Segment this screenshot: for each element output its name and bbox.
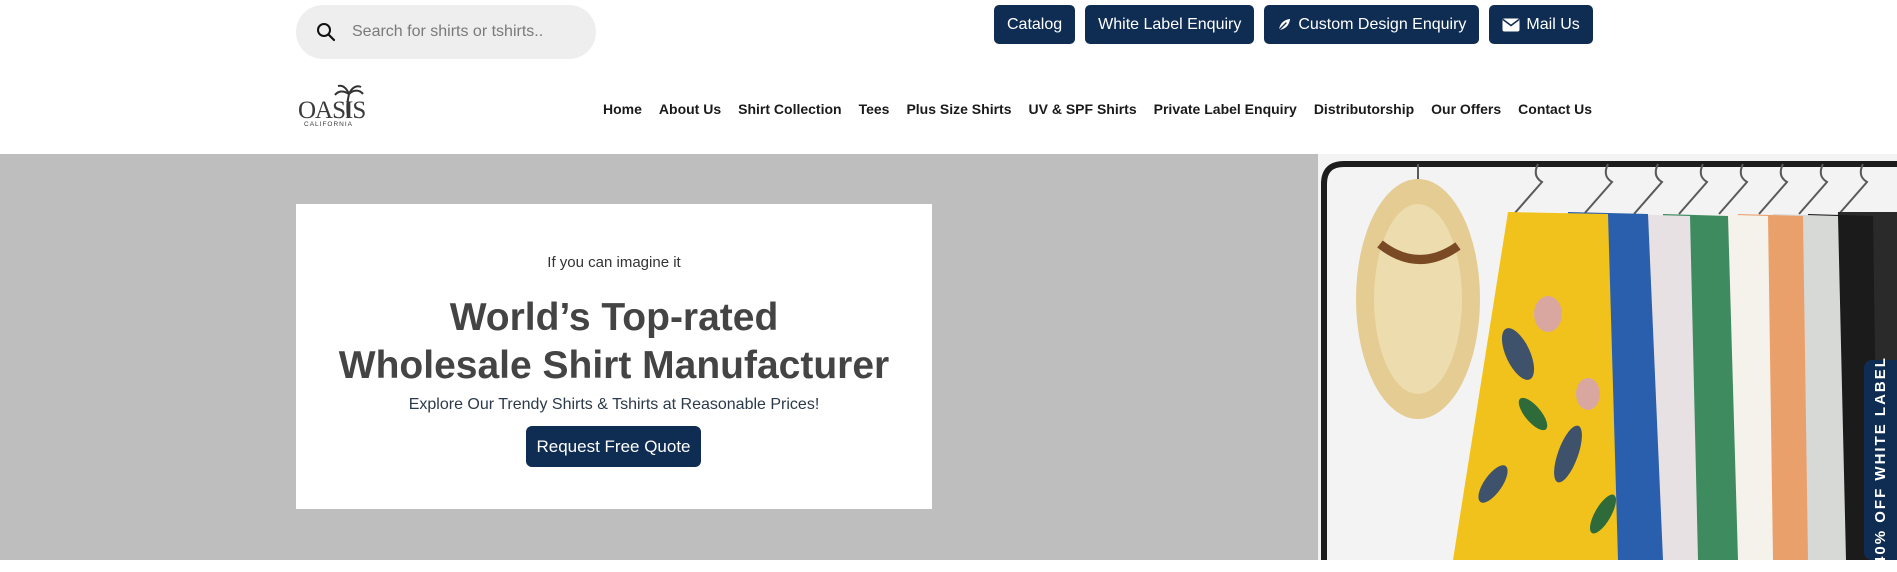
white-label-offer-label: 40% OFF WHITE LABEL bbox=[1872, 355, 1889, 565]
page: Catalog White Label Enquiry Custom Desig… bbox=[0, 0, 1897, 572]
custom-design-enquiry-button[interactable]: Custom Design Enquiry bbox=[1264, 5, 1480, 44]
nav-shirt-collection[interactable]: Shirt Collection bbox=[738, 101, 841, 117]
main-navigation: Home About Us Shirt Collection Tees Plus… bbox=[603, 101, 1592, 117]
hero-subline: Explore Our Trendy Shirts & Tshirts at R… bbox=[408, 396, 820, 413]
search-input[interactable] bbox=[350, 22, 584, 42]
nav-tees[interactable]: Tees bbox=[859, 101, 890, 117]
white-label-enquiry-button[interactable]: White Label Enquiry bbox=[1085, 5, 1255, 44]
nav-distributorship[interactable]: Distributorship bbox=[1314, 101, 1414, 117]
nav-about-us[interactable]: About Us bbox=[659, 101, 721, 117]
nav-uv-spf-shirts[interactable]: UV & SPF Shirts bbox=[1029, 101, 1137, 117]
nav-plus-size-shirts[interactable]: Plus Size Shirts bbox=[906, 101, 1011, 117]
logo-subtext: CALIFORNIA bbox=[304, 121, 353, 128]
leaf-icon bbox=[1277, 17, 1292, 32]
hero-headline-line-1: World’s Top-rated bbox=[449, 296, 779, 339]
clothing-rack-image bbox=[1318, 154, 1897, 560]
nav-home[interactable]: Home bbox=[603, 101, 642, 117]
white-label-enquiry-label: White Label Enquiry bbox=[1098, 15, 1242, 33]
nav-our-offers[interactable]: Our Offers bbox=[1431, 101, 1501, 117]
top-action-buttons: Catalog White Label Enquiry Custom Desig… bbox=[994, 5, 1593, 44]
mail-us-label: Mail Us bbox=[1526, 15, 1580, 33]
white-label-offer-tab[interactable]: 40% OFF WHITE LABEL bbox=[1864, 356, 1897, 564]
catalog-button[interactable]: Catalog bbox=[994, 5, 1076, 44]
catalog-button-label: Catalog bbox=[1007, 15, 1063, 33]
search-bar[interactable] bbox=[296, 5, 596, 59]
nav-contact-us[interactable]: Contact Us bbox=[1518, 101, 1592, 117]
hero-banner: If you can imagine it World’s Top-rated … bbox=[0, 154, 1897, 560]
hero-card: If you can imagine it World’s Top-rated … bbox=[296, 204, 932, 509]
search-icon[interactable] bbox=[314, 20, 338, 44]
request-free-quote-button[interactable]: Request Free Quote bbox=[526, 426, 701, 467]
logo-wordmark: OASIS bbox=[298, 97, 365, 124]
nav-private-label-enquiry[interactable]: Private Label Enquiry bbox=[1154, 101, 1297, 117]
envelope-icon bbox=[1502, 18, 1520, 32]
custom-design-enquiry-label: Custom Design Enquiry bbox=[1298, 15, 1467, 33]
hero-kicker: If you can imagine it bbox=[547, 254, 681, 271]
mail-us-button[interactable]: Mail Us bbox=[1489, 5, 1593, 44]
oasis-logo[interactable]: OASIS CALIFORNIA bbox=[296, 82, 378, 128]
request-free-quote-label: Request Free Quote bbox=[536, 436, 691, 456]
hero-headline-line-2: Wholesale Shirt Manufacturer bbox=[338, 344, 890, 387]
hero-headline: World’s Top-rated Wholesale Shirt Manufa… bbox=[296, 294, 932, 390]
